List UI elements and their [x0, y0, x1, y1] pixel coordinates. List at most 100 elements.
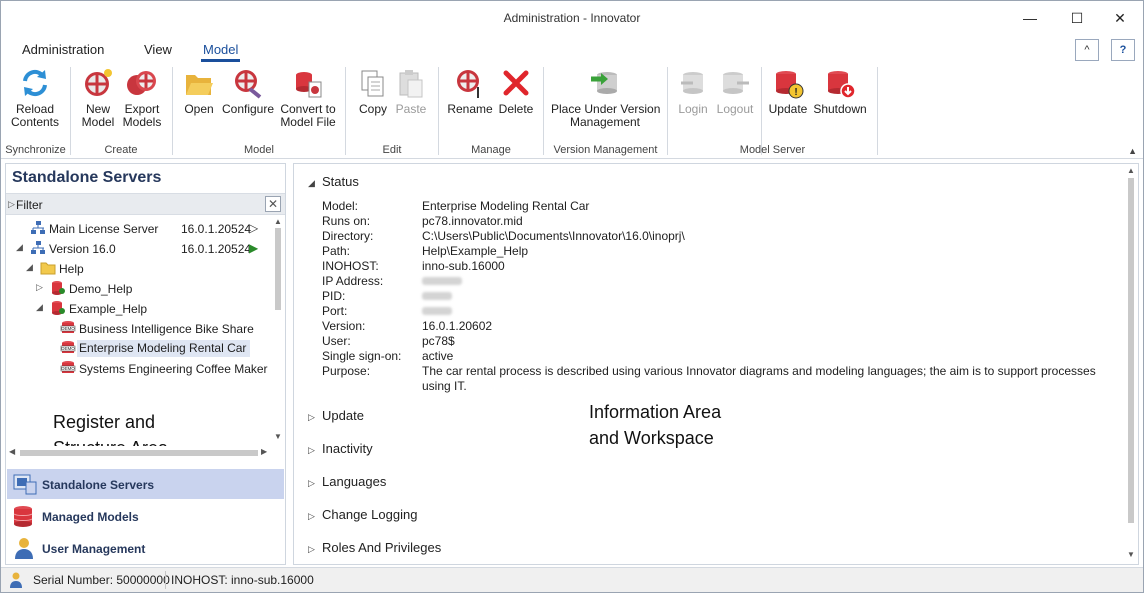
collapse-triangle-icon: ◢: [308, 178, 315, 188]
managed-models-icon: [12, 504, 38, 528]
scroll-down-icon[interactable]: ▼: [1127, 550, 1135, 559]
status-value: The car rental process is described usin…: [422, 364, 1096, 393]
standalone-servers-icon: [12, 472, 38, 496]
reload-contents-button[interactable]: Reload Contents: [9, 67, 61, 129]
logout-button[interactable]: Logout: [715, 67, 755, 116]
panel-title: Standalone Servers: [12, 169, 162, 186]
scroll-right-icon[interactable]: ▶: [261, 447, 267, 456]
paste-label: Paste: [395, 102, 427, 116]
shutdown-label: Shutdown: [813, 102, 867, 116]
nav-standalone-servers[interactable]: Standalone Servers: [7, 469, 284, 499]
shutdown-button[interactable]: Shutdown: [812, 67, 868, 116]
play-outline-icon[interactable]: ▷: [249, 221, 258, 235]
login-button[interactable]: Login: [675, 67, 711, 116]
paste-button[interactable]: Paste: [394, 67, 428, 116]
copy-icon: [357, 67, 389, 99]
section-roles-privileges[interactable]: ▷ Roles And Privileges: [308, 540, 441, 555]
demo-model-icon: DEMO: [60, 320, 76, 336]
svg-text:DEMO: DEMO: [61, 326, 75, 331]
tree-item-bike-share[interactable]: DEMO Business Intelligence Bike Share: [6, 318, 274, 338]
nav-user-management[interactable]: User Management: [7, 533, 284, 563]
section-inactivity[interactable]: ▷ Inactivity: [308, 441, 373, 456]
tree-item-coffee-maker[interactable]: DEMO Systems Engineering Coffee Maker: [6, 358, 274, 378]
close-button[interactable]: ✕: [1097, 1, 1143, 35]
tab-view[interactable]: View: [144, 42, 172, 57]
scroll-thumb[interactable]: [1128, 178, 1134, 523]
section-title: Inactivity: [322, 441, 373, 456]
scroll-up-icon[interactable]: ▲: [274, 217, 282, 226]
help-button[interactable]: ?: [1111, 39, 1135, 61]
maximize-button[interactable]: ☐: [1054, 1, 1100, 35]
collapse-triangle-icon[interactable]: ◢: [16, 242, 23, 253]
tree-label: Help: [59, 262, 84, 276]
scroll-down-icon[interactable]: ▼: [274, 432, 282, 441]
collapse-ribbon-button[interactable]: ^: [1075, 39, 1099, 61]
place-under-version-management-button[interactable]: Place Under Version Management: [551, 67, 661, 129]
section-update[interactable]: ▷ Update: [308, 408, 364, 423]
scroll-thumb[interactable]: [20, 450, 258, 456]
tree-item-main-license-server[interactable]: Main License Server 16.0.1.20524 ▷: [6, 218, 274, 238]
scroll-thumb[interactable]: [275, 228, 281, 310]
section-title: Roles And Privileges: [322, 540, 442, 555]
update-icon: !: [772, 67, 804, 99]
update-button[interactable]: ! Update: [767, 67, 809, 116]
export-models-button[interactable]: Export Models: [121, 67, 163, 129]
nav-managed-models[interactable]: Managed Models: [7, 501, 284, 531]
section-status[interactable]: ◢ Status: [308, 174, 359, 189]
redacted-value: [422, 289, 452, 303]
collapse-triangle-icon[interactable]: ◢: [36, 302, 43, 313]
tree-item-demo-help[interactable]: ▷ Demo_Help: [6, 278, 274, 298]
filter-clear-button[interactable]: ✕: [265, 196, 281, 212]
login-icon: [677, 67, 709, 99]
configure-button[interactable]: Configure: [219, 67, 277, 116]
serial-number: Serial Number: 50000000: [33, 573, 170, 587]
delete-button[interactable]: Delete: [497, 67, 535, 116]
status-key: Purpose:: [322, 364, 371, 378]
demo-model-icon: DEMO: [60, 360, 76, 376]
server-network-icon: [30, 240, 46, 256]
minimize-ribbon-icon[interactable]: ▲: [1128, 146, 1137, 156]
tree-vertical-scrollbar[interactable]: ▲ ▼: [272, 216, 285, 444]
expand-triangle-icon: ▷: [308, 412, 315, 422]
section-title: Update: [322, 408, 364, 423]
place-under-vm-label: Place Under Version Management: [551, 102, 661, 129]
nav-label: Managed Models: [42, 510, 139, 524]
rename-button[interactable]: Rename: [447, 67, 493, 116]
information-workspace-annotation: Information Area and Workspace: [589, 399, 721, 451]
tree-item-example-help[interactable]: ◢ Example_Help: [6, 298, 274, 318]
status-value: pc78$: [422, 334, 455, 348]
tree-horizontal-scrollbar[interactable]: ◀ ▶: [6, 446, 272, 459]
group-label-manage: Manage: [471, 144, 511, 156]
new-model-button[interactable]: New Model: [79, 67, 117, 129]
tree-item-rental-car[interactable]: DEMO Enterprise Modeling Rental Car: [6, 338, 274, 358]
status-key: Path:: [322, 244, 351, 258]
section-title: Change Logging: [322, 507, 418, 522]
collapse-triangle-icon[interactable]: ◢: [26, 262, 33, 273]
minimize-button[interactable]: —: [1007, 1, 1053, 35]
configure-label: Configure: [221, 102, 275, 116]
info-vertical-scrollbar[interactable]: ▲ ▼: [1125, 164, 1138, 564]
scroll-up-icon[interactable]: ▲: [1127, 166, 1135, 175]
status-key: INOHOST:: [322, 259, 379, 273]
section-languages[interactable]: ▷ Languages: [308, 474, 386, 489]
group-label-model: Model: [244, 144, 274, 156]
open-button[interactable]: Open: [181, 67, 217, 116]
filter-bar[interactable]: ▷ Filter ✕: [6, 193, 285, 215]
logout-label: Logout: [716, 102, 754, 116]
user-icon: [12, 536, 38, 560]
reload-icon: [19, 67, 51, 99]
tree-item-version-16[interactable]: ◢ Version 16.0 16.0.1.20524 ▶: [6, 238, 274, 258]
tree-item-help[interactable]: ◢ Help: [6, 258, 274, 278]
status-key: User:: [322, 334, 351, 348]
section-change-logging[interactable]: ▷ Change Logging: [308, 507, 417, 522]
group-label-edit: Edit: [382, 144, 402, 156]
inohost-status: INOHOST: inno-sub.16000: [171, 573, 314, 587]
tab-model[interactable]: Model: [200, 42, 241, 62]
tab-administration[interactable]: Administration: [22, 42, 104, 57]
expand-triangle-icon[interactable]: ▷: [36, 282, 43, 293]
convert-to-model-file-button[interactable]: Convert to Model File: [279, 67, 337, 129]
copy-button[interactable]: Copy: [356, 67, 390, 116]
status-key: Version:: [322, 319, 366, 333]
play-icon[interactable]: ▶: [249, 241, 258, 255]
scroll-left-icon[interactable]: ◀: [9, 447, 15, 456]
